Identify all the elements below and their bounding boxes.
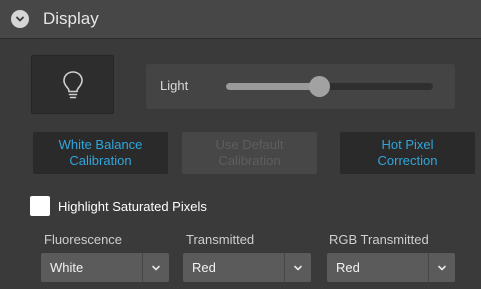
use-default-calibration-label: Use Default Calibration <box>215 137 284 168</box>
rgb-transmitted-select[interactable]: Red <box>327 253 455 282</box>
light-slider-thumb[interactable] <box>309 76 331 97</box>
lightbulb-icon <box>62 70 83 98</box>
light-slider-fill <box>226 83 320 90</box>
light-slider[interactable] <box>226 76 433 97</box>
rgb-transmitted-label: RGB Transmitted <box>329 232 429 247</box>
light-control: Light <box>146 64 455 109</box>
chevron-down-icon <box>16 16 24 22</box>
chevron-down-icon <box>152 265 160 271</box>
fluorescence-value: White <box>50 260 84 275</box>
light-toggle-button[interactable] <box>31 55 114 114</box>
display-panel: Display Light White Balance Calibration … <box>0 0 481 289</box>
chevron-down-icon <box>438 265 446 271</box>
chevron-down-icon <box>294 265 302 271</box>
use-default-calibration-button: Use Default Calibration <box>182 132 317 174</box>
highlight-saturated-checkbox[interactable] <box>30 196 50 216</box>
collapse-button[interactable] <box>11 10 29 28</box>
transmitted-label: Transmitted <box>186 232 255 247</box>
divider <box>284 253 285 282</box>
light-label: Light <box>160 78 189 93</box>
transmitted-value: Red <box>192 260 216 275</box>
divider <box>142 253 143 282</box>
rgb-transmitted-value: Red <box>336 260 360 275</box>
transmitted-select[interactable]: Red <box>183 253 311 282</box>
hot-pixel-correction-button[interactable]: Hot Pixel Correction <box>340 132 475 174</box>
fluorescence-select[interactable]: White <box>41 253 169 282</box>
hot-pixel-correction-label: Hot Pixel Correction <box>377 137 438 168</box>
section-title: Display <box>43 9 99 28</box>
white-balance-calibration-button[interactable]: White Balance Calibration <box>33 132 168 174</box>
divider <box>428 253 429 282</box>
display-section-header[interactable]: Display <box>0 0 481 39</box>
white-balance-calibration-label: White Balance Calibration <box>58 137 143 168</box>
highlight-saturated-label: Highlight Saturated Pixels <box>58 199 207 214</box>
fluorescence-label: Fluorescence <box>44 232 123 247</box>
